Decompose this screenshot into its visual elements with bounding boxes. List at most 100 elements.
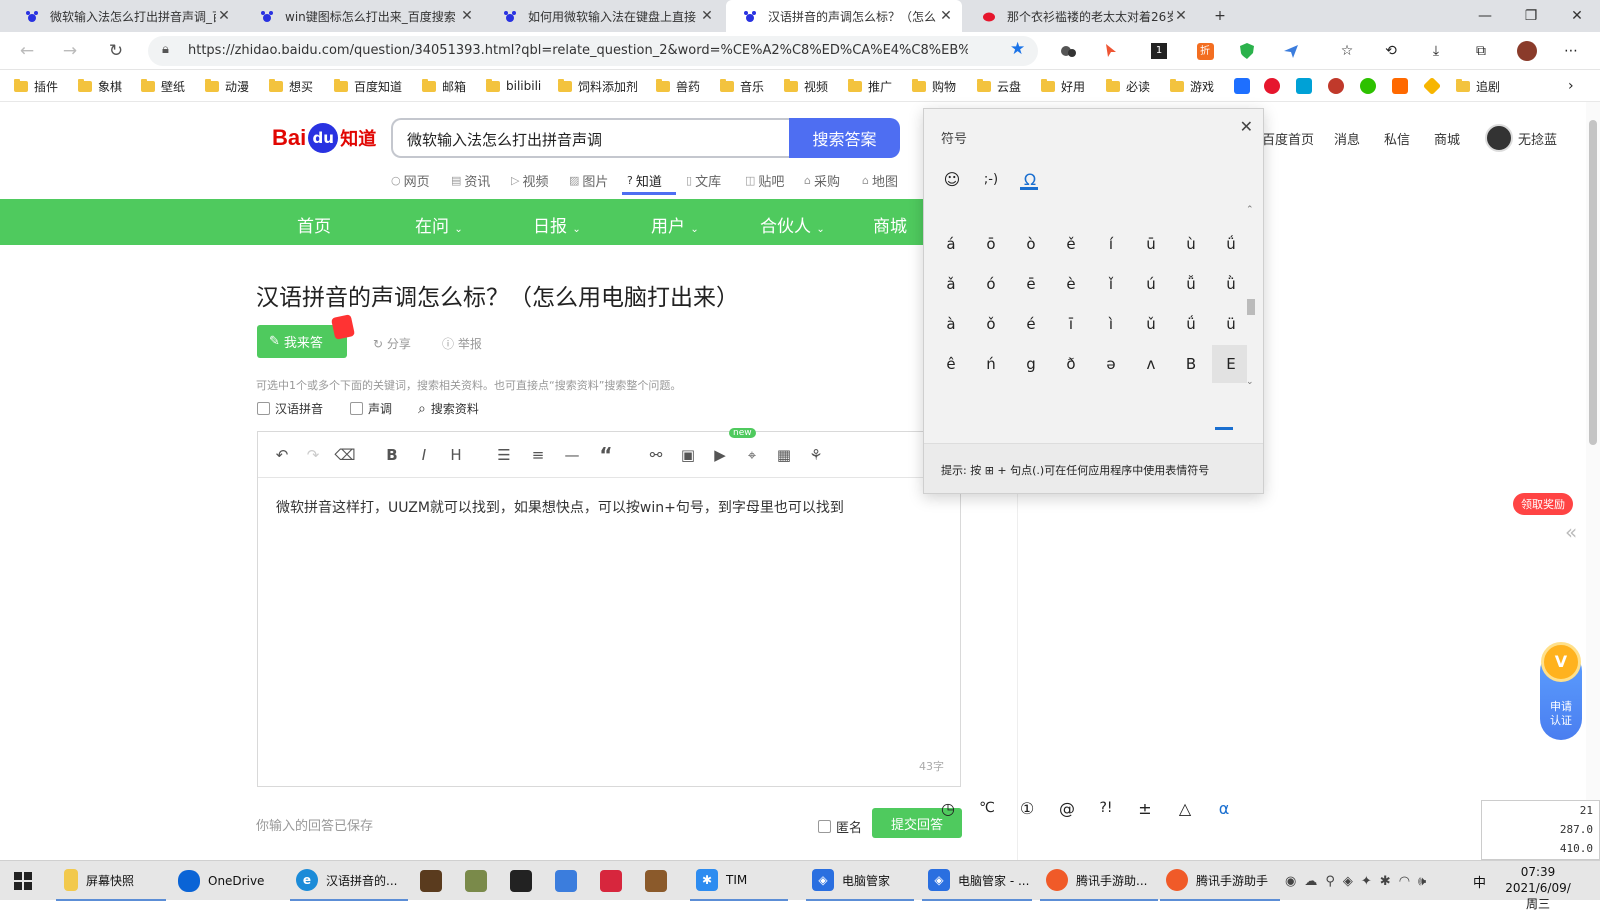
symbol-cell[interactable]: ǔ — [1132, 305, 1170, 343]
bookmark-folder[interactable]: 象棋 — [78, 77, 122, 95]
bookmark-folder[interactable]: 视频 — [784, 77, 828, 95]
browser-tab[interactable]: 微软输入法怎么打出拼音声调_百 ✕ — [8, 0, 240, 32]
taskbar-app[interactable] — [465, 861, 495, 901]
taskbar-app[interactable] — [555, 861, 585, 901]
bold-icon[interactable]: B — [382, 445, 402, 465]
symbol-cell[interactable]: ū — [1212, 205, 1247, 217]
bookmark-site-icon[interactable] — [1328, 78, 1344, 94]
category-number-icon[interactable]: ① — [1012, 793, 1042, 823]
taskbar-app[interactable]: e 汉语拼音的... — [290, 861, 408, 901]
bilibili-icon[interactable] — [1296, 78, 1312, 94]
address-bar[interactable]: 🔒︎ https://zhidao.baidu.com/question/340… — [148, 36, 1038, 66]
bookmark-folder[interactable]: 邮箱 — [422, 77, 466, 95]
symbol-cell[interactable]: ǒ — [1172, 205, 1210, 217]
scroll-up-icon[interactable]: ⌃ — [1246, 205, 1254, 215]
system-tray[interactable]: ◉ ☁ ⚲ ◈ ✦ ✱ ◠ 🕪︎ — [1285, 861, 1426, 901]
close-tab-icon[interactable]: ✕ — [1173, 8, 1189, 24]
favorite-star-icon[interactable]: ★ — [1010, 39, 1025, 59]
search-input[interactable]: 微软输入法怎么打出拼音声调 — [391, 118, 789, 158]
bookmark-folder[interactable]: 壁纸 — [141, 77, 185, 95]
keyword-checkbox[interactable]: 汉语拼音 — [257, 400, 323, 417]
close-tab-icon[interactable]: ✕ — [459, 8, 475, 24]
image-icon[interactable]: ▣ — [678, 445, 698, 465]
taskbar-app[interactable] — [645, 861, 675, 901]
bookmark-folder[interactable]: 必读 — [1106, 77, 1150, 95]
tab-kaomoji[interactable]: ;-) — [976, 165, 1006, 193]
symbol-cell[interactable]: á — [932, 225, 970, 263]
page-scrollbar[interactable] — [1586, 102, 1600, 860]
cloud-icon[interactable]: ☁ — [1304, 874, 1317, 889]
wifi-icon[interactable]: ◠ — [1399, 874, 1410, 889]
symbol-cell[interactable]: ǎ — [932, 265, 970, 303]
subnav-item[interactable]: ▷ 视频 — [511, 171, 548, 190]
symbol-cell[interactable]: ē — [1012, 265, 1050, 303]
taskbar-app[interactable] — [420, 861, 450, 901]
tray-icon[interactable]: ◈ — [1343, 874, 1353, 889]
symbol-cell[interactable]: ǘ — [1092, 205, 1130, 217]
symbol-cell[interactable]: B — [1172, 345, 1210, 383]
chevron-right-icon[interactable]: › — [1568, 77, 1574, 95]
answer-text[interactable]: 微软拼音这样打，UUZM就可以找到，如果想快点，可以按win+句号，到字母里也可… — [276, 497, 844, 517]
bookmark-site-icon[interactable] — [1422, 76, 1442, 96]
link-icon[interactable]: ⚯ — [646, 445, 666, 465]
favorites-icon[interactable]: ☆ — [1336, 40, 1358, 62]
category-math-icon[interactable]: ± — [1130, 793, 1160, 823]
certification-badge[interactable]: V 申请 认证 — [1540, 642, 1582, 740]
symbol-cell[interactable]: à — [932, 305, 970, 343]
close-icon[interactable]: ✕ — [1240, 117, 1253, 136]
browser-tab-active[interactable]: 汉语拼音的声调怎么标？（怎么 ✕ — [726, 0, 962, 32]
new-tab-button[interactable]: + — [1197, 0, 1243, 32]
answer-editor[interactable]: ↶ ↷ ⌫ B I H ☰ ≡ — “ ⚯ ▣ ▶ new ⌖ ▦ ⚘ 微软拼音… — [257, 428, 961, 787]
tray-icon[interactable]: ✦ — [1361, 874, 1372, 889]
bullet-list-icon[interactable]: ☰ — [494, 445, 514, 465]
tray-icon[interactable]: ◉ — [1285, 874, 1296, 889]
user-avatar[interactable] — [1485, 124, 1513, 152]
divider-icon[interactable]: — — [562, 445, 582, 465]
symbol-cell[interactable]: ń — [972, 345, 1010, 383]
taskbar-app[interactable] — [600, 861, 630, 901]
bookmark-folder[interactable]: 兽药 — [656, 77, 700, 95]
extension-box-icon[interactable]: 1 — [1148, 40, 1170, 62]
collapse-arrow-icon[interactable]: « — [1565, 520, 1577, 544]
forward-icon[interactable]: → — [57, 39, 83, 63]
category-geometry-icon[interactable]: △ — [1170, 793, 1200, 823]
bookmark-folder[interactable]: 购物 — [912, 77, 956, 95]
redo-icon[interactable]: ↷ — [303, 445, 323, 465]
location-icon[interactable]: ⌖ — [742, 445, 762, 465]
taskbar-app[interactable]: 腾讯手游助... — [1040, 861, 1158, 901]
symbol-cell[interactable]: ō — [972, 225, 1010, 263]
symbol-cell[interactable]: ü — [1132, 205, 1170, 217]
symbol-cell[interactable]: ó — [972, 265, 1010, 303]
nav-asking[interactable]: 在问 ⌄ — [415, 212, 463, 237]
subnav-item[interactable]: ▯ 文库 — [686, 171, 721, 190]
restore-icon[interactable]: ❐ — [1508, 0, 1554, 32]
panel-scrollbar[interactable]: ⌃ ⌄ — [1244, 205, 1258, 395]
baidu-home-link[interactable]: 百度首页 — [1262, 129, 1314, 148]
scroll-down-icon[interactable]: ⌄ — [1246, 377, 1254, 387]
video-icon[interactable]: ▶ — [710, 445, 730, 465]
symbol-cell[interactable]: ī — [1052, 305, 1090, 343]
ime-indicator[interactable]: 中 — [1473, 861, 1486, 901]
nav-daily[interactable]: 日报 ⌄ — [533, 212, 581, 237]
search-answer-button[interactable]: 搜索答案 — [789, 118, 900, 158]
baidu-zhidao-logo[interactable]: Bai du 知道 — [272, 120, 376, 156]
messages-link[interactable]: 消息 — [1334, 129, 1360, 148]
collections-icon[interactable]: ⧉ — [1470, 40, 1492, 62]
history-icon[interactable]: ⟲ — [1380, 40, 1402, 62]
close-tab-icon[interactable]: ✕ — [699, 8, 715, 24]
weibo-icon[interactable] — [1264, 78, 1280, 94]
volume-icon[interactable]: 🕪︎ — [1418, 874, 1426, 889]
bookmark-folder[interactable]: 音乐 — [720, 77, 764, 95]
browser-tab[interactable]: 如何用微软输入法在键盘上直接 ✕ — [486, 0, 723, 32]
reward-button[interactable]: 领取奖励 — [1513, 493, 1573, 515]
panel-scroll-thumb[interactable] — [1247, 299, 1255, 315]
browser-tab[interactable]: win键图标怎么打出来_百度搜索 ✕ — [243, 0, 483, 32]
symbol-cell[interactable]: E — [1212, 345, 1247, 383]
symbol-cell[interactable]: ʌ — [1132, 345, 1170, 383]
symbol-cell[interactable]: ǜ — [1212, 265, 1247, 303]
symbol-cell[interactable]: ū — [1132, 225, 1170, 263]
private-messages-link[interactable]: 私信 — [1384, 129, 1410, 148]
symbol-cell[interactable]: ǚ — [1012, 205, 1050, 217]
subnav-item[interactable]: ○ 网页 — [391, 171, 430, 190]
bookmark-folder[interactable]: bilibili — [486, 77, 541, 95]
